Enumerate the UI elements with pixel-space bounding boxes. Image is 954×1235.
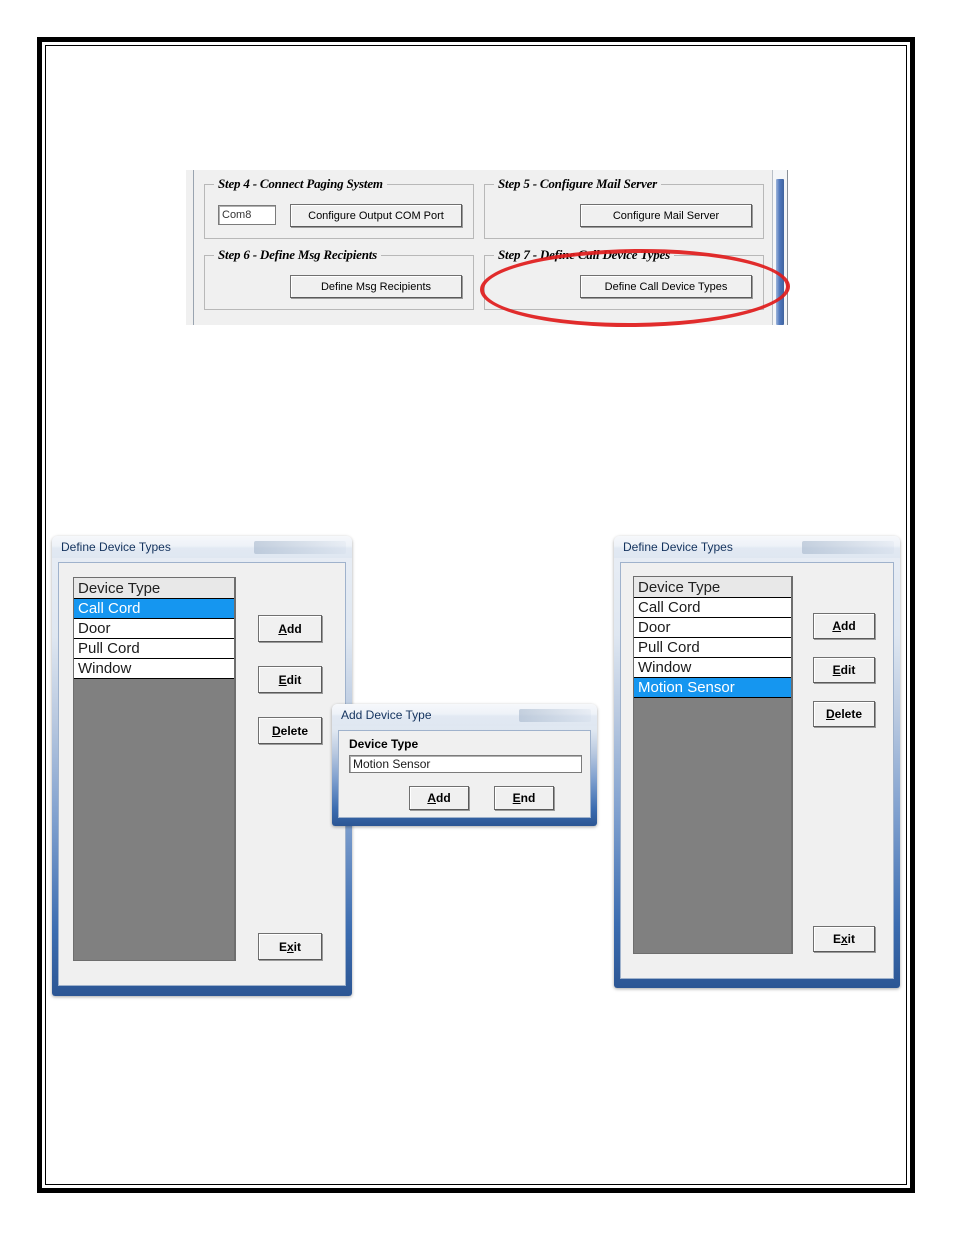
edit-button[interactable]: Edit (813, 657, 875, 683)
exit-button-label: Exit (833, 932, 855, 946)
configure-mail-server-button[interactable]: Configure Mail Server (580, 204, 752, 227)
edit-button[interactable]: Edit (258, 666, 322, 693)
grid-column-divider (791, 577, 792, 953)
delete-button-rest: elete (834, 707, 863, 721)
table-row[interactable]: Pull Cord (634, 638, 792, 658)
grid-header-device-type: Device Type (74, 578, 235, 599)
table-row[interactable]: Door (634, 618, 792, 638)
setup-steps-panel: Step 4 - Connect Paging System Com8 Conf… (186, 170, 788, 325)
com-port-input[interactable]: Com8 (218, 205, 276, 225)
group-step-6-title: Step 6 - Define Msg Recipients (214, 247, 382, 263)
define-device-types-window-before: Define Device Types Device Type Call Cor… (52, 536, 352, 996)
accel-e: E (278, 672, 287, 687)
titlebar-add-device-type[interactable]: Add Device Type (332, 704, 597, 726)
accel-x: x (840, 932, 848, 946)
exit-button-label: Exit (279, 940, 301, 954)
panel-left-edge (186, 170, 194, 325)
exit-button[interactable]: Exit (813, 926, 875, 952)
accel-d: D (271, 723, 281, 738)
delete-button-label: Delete (272, 724, 308, 738)
table-row[interactable]: Pull Cord (74, 639, 235, 659)
group-step-6: Step 6 - Define Msg Recipients Define Ms… (204, 247, 474, 310)
end-button-label: End (513, 791, 536, 805)
device-type-grid-before[interactable]: Device Type Call Cord Door Pull Cord Win… (73, 577, 236, 961)
end-button[interactable]: End (494, 786, 554, 810)
group-step-5: Step 5 - Configure Mail Server Configure… (484, 176, 764, 239)
window-title: Define Device Types (623, 540, 733, 554)
accel-a: A (278, 621, 287, 636)
table-row[interactable]: Motion Sensor (634, 678, 792, 698)
add-confirm-rest: dd (436, 791, 451, 805)
edit-button-label: Edit (279, 673, 302, 687)
device-type-input[interactable]: Motion Sensor (349, 755, 582, 773)
exit-button[interactable]: Exit (258, 933, 322, 960)
table-row[interactable]: Call Cord (74, 599, 235, 619)
delete-button[interactable]: Delete (258, 717, 322, 744)
group-step-5-title: Step 5 - Configure Mail Server (494, 176, 662, 192)
add-button-rest: dd (287, 621, 302, 636)
grid-column-divider (234, 578, 235, 960)
accel-e: E (512, 791, 521, 805)
client-area-before: Device Type Call Cord Door Pull Cord Win… (58, 562, 346, 986)
edit-button-label: Edit (833, 663, 856, 677)
setup-steps-content: Step 4 - Connect Paging System Com8 Conf… (194, 170, 773, 325)
accel-a: A (427, 791, 436, 805)
delete-button[interactable]: Delete (813, 701, 875, 727)
device-type-grid-after[interactable]: Device Type Call Cord Door Pull Cord Win… (633, 576, 793, 954)
add-button[interactable]: Add (258, 615, 322, 642)
edit-button-rest: dit (286, 672, 302, 687)
group-step-4-title: Step 4 - Connect Paging System (214, 176, 387, 192)
client-area-add-dialog: Device Type Motion Sensor Add End (338, 730, 591, 818)
accel-d: D (825, 707, 835, 721)
table-row[interactable]: Door (74, 619, 235, 639)
exit-button-lead: E (278, 939, 287, 954)
table-row[interactable]: Window (634, 658, 792, 678)
add-button-label: Add (832, 619, 855, 633)
titlebar-gloss (519, 709, 591, 722)
group-step-7: Step 7 - Define Call Device Types Define… (484, 247, 764, 310)
titlebar-define-device-types-after[interactable]: Define Device Types (614, 536, 900, 558)
titlebar-define-device-types-before[interactable]: Define Device Types (52, 536, 352, 558)
edit-button-rest: dit (840, 663, 856, 677)
exit-button-rest: it (847, 932, 856, 946)
end-button-rest: nd (520, 791, 536, 805)
table-row[interactable]: Window (74, 659, 235, 679)
titlebar-gloss (802, 541, 894, 554)
accel-e: E (832, 663, 841, 677)
define-device-types-window-after: Define Device Types Device Type Call Cor… (614, 536, 900, 988)
panel-vertical-scrollbar[interactable] (772, 170, 788, 325)
scrollbar-thumb[interactable] (776, 179, 784, 325)
device-type-field-label: Device Type (349, 737, 419, 751)
exit-button-lead: E (832, 932, 841, 946)
add-confirm-button[interactable]: Add (409, 786, 469, 810)
exit-button-rest: it (293, 939, 302, 954)
add-confirm-label: Add (427, 791, 450, 805)
group-step-7-title: Step 7 - Define Call Device Types (494, 247, 674, 263)
configure-output-com-port-button[interactable]: Configure Output COM Port (290, 204, 462, 227)
add-device-type-window: Add Device Type Device Type Motion Senso… (332, 704, 597, 826)
add-button[interactable]: Add (813, 613, 875, 639)
window-title: Define Device Types (61, 540, 171, 554)
client-area-after: Device Type Call Cord Door Pull Cord Win… (620, 562, 894, 979)
delete-button-label: Delete (826, 707, 862, 721)
table-row[interactable]: Call Cord (634, 598, 792, 618)
grid-header-device-type: Device Type (634, 577, 792, 598)
accel-a: A (832, 619, 841, 633)
add-button-label: Add (278, 622, 301, 636)
titlebar-gloss (254, 541, 346, 554)
define-msg-recipients-button[interactable]: Define Msg Recipients (290, 275, 462, 298)
define-call-device-types-button[interactable]: Define Call Device Types (580, 275, 752, 298)
add-button-rest: dd (841, 619, 856, 633)
group-step-4: Step 4 - Connect Paging System Com8 Conf… (204, 176, 474, 239)
delete-button-rest: elete (280, 723, 309, 738)
accel-x: x (286, 939, 294, 954)
window-title: Add Device Type (341, 708, 432, 722)
